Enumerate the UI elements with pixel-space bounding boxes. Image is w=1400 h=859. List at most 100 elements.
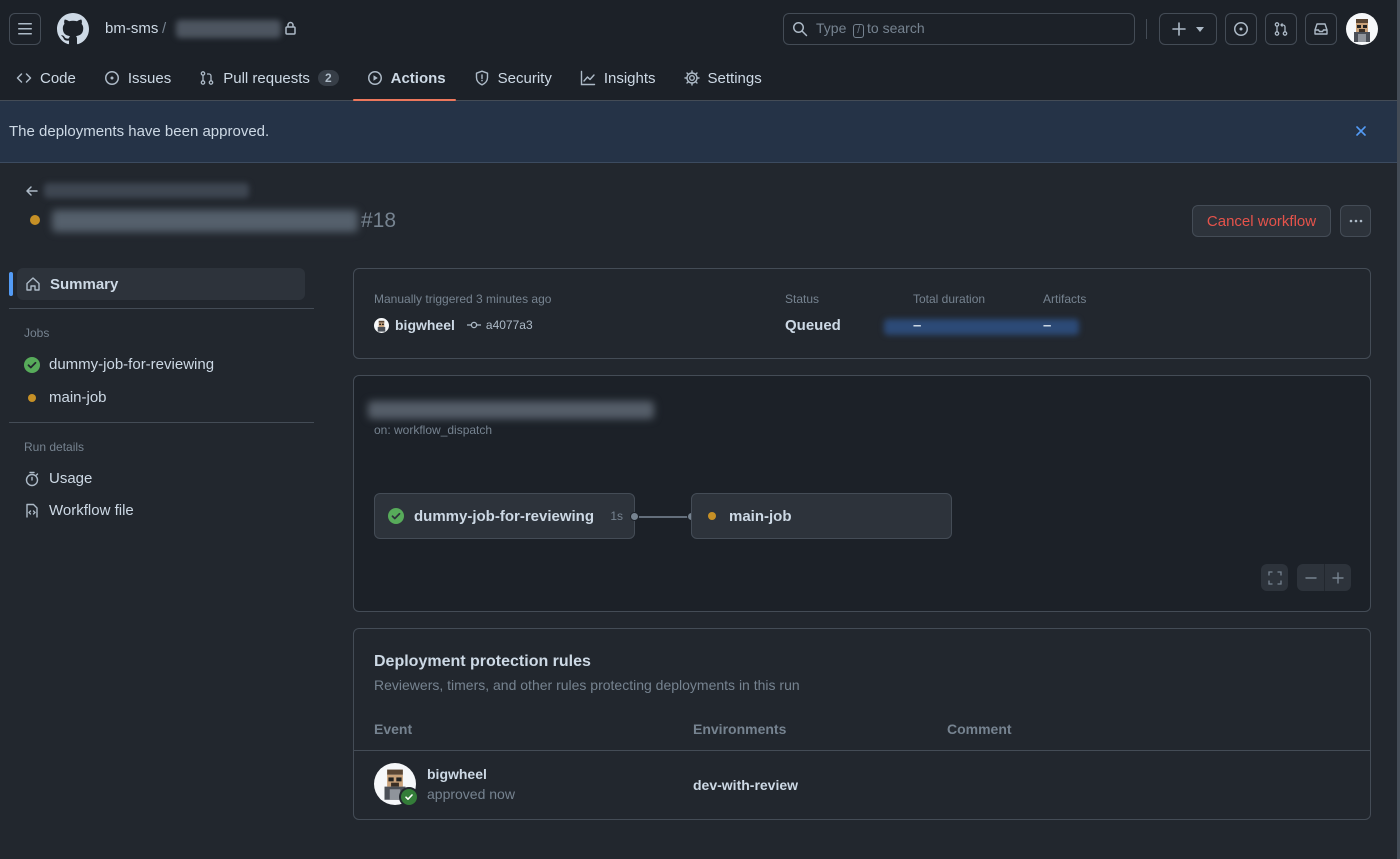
deployment-subtitle: Reviewers, timers, and other rules prote… xyxy=(374,677,800,693)
tab-issues[interactable]: Issues xyxy=(88,60,183,96)
reviewer-name[interactable]: bigwheel xyxy=(427,766,487,782)
job-node-dummy[interactable]: dummy-job-for-reviewing 1s xyxy=(374,493,635,539)
sidebar-item-job[interactable]: dummy-job-for-reviewing xyxy=(24,356,214,373)
workflow-breadcrumb-redacted[interactable] xyxy=(44,183,249,198)
plus-icon xyxy=(1172,22,1186,36)
column-header-comment: Comment xyxy=(947,721,1012,737)
fullscreen-button[interactable] xyxy=(1261,564,1288,591)
actor-name[interactable]: bigwheel xyxy=(395,317,455,333)
job-connector xyxy=(639,516,692,518)
tab-insights-label: Insights xyxy=(603,69,656,87)
git-commit-icon xyxy=(466,321,481,329)
avatar[interactable] xyxy=(374,317,389,333)
queued-dot-icon xyxy=(708,512,716,520)
issues-header-button[interactable] xyxy=(1225,13,1257,45)
sidebar-divider xyxy=(9,422,314,423)
home-icon xyxy=(26,277,40,291)
run-summary-card: Manually triggered 3 minutes ago bigwhee… xyxy=(353,268,1371,359)
stopwatch-icon xyxy=(25,471,39,486)
jobs-heading: Jobs xyxy=(24,326,50,340)
run-number: #18 xyxy=(361,209,397,232)
create-new-button[interactable] xyxy=(1159,13,1217,45)
code-icon xyxy=(16,73,32,83)
column-header-environments: Environments xyxy=(693,721,787,737)
check-circle-fill-icon xyxy=(24,356,40,373)
tab-issues-label: Issues xyxy=(127,69,172,87)
issue-opened-icon xyxy=(1234,22,1248,36)
hamburger-icon xyxy=(18,23,32,35)
search-icon xyxy=(793,22,808,37)
artifacts-label: Artifacts xyxy=(1043,292,1087,306)
workflow-trigger: on: workflow_dispatch xyxy=(374,423,493,437)
tab-settings-label: Settings xyxy=(707,69,762,87)
table-divider xyxy=(354,750,1370,751)
more-options-button[interactable] xyxy=(1340,205,1371,237)
app-header: bm-sms / Type / to search Code Issues Pu… xyxy=(0,0,1397,101)
sidebar-job-label: dummy-job-for-reviewing xyxy=(49,356,215,373)
arrow-left-icon[interactable] xyxy=(24,183,40,199)
run-title-redacted xyxy=(52,210,358,232)
inbox-button[interactable] xyxy=(1305,13,1337,45)
tab-insights[interactable]: Insights xyxy=(564,60,668,96)
job-node-label: dummy-job-for-reviewing xyxy=(414,507,595,525)
search-placeholder: Type / to search xyxy=(816,20,925,38)
job-duration: 1s xyxy=(610,509,623,523)
repo-nav: Code Issues Pull requests 2 Actions Secu… xyxy=(0,60,774,101)
header-divider xyxy=(1146,19,1147,39)
status-label: Status xyxy=(785,292,820,306)
tab-pull-requests-label: Pull requests xyxy=(223,69,310,87)
flash-banner: The deployments have been approved. xyxy=(0,101,1397,163)
path-separator: / xyxy=(162,20,167,37)
tab-code[interactable]: Code xyxy=(0,60,88,96)
tab-actions[interactable]: Actions xyxy=(351,60,458,101)
shield-icon xyxy=(475,70,488,86)
connector-node xyxy=(630,512,639,521)
review-time: approved now xyxy=(427,786,515,802)
commit-link[interactable]: a4077a3 xyxy=(466,318,533,332)
column-header-event: Event xyxy=(374,721,413,737)
zoom-in-button[interactable] xyxy=(1325,571,1351,585)
tab-code-label: Code xyxy=(40,69,76,87)
tab-security-label: Security xyxy=(497,69,552,87)
git-pull-request-icon xyxy=(1274,22,1288,36)
menu-button[interactable] xyxy=(9,13,41,45)
approved-check-icon xyxy=(399,787,419,807)
search-input[interactable]: Type / to search xyxy=(783,13,1135,45)
plus-icon xyxy=(1332,571,1344,584)
lock-icon xyxy=(285,21,296,35)
github-logo-icon[interactable] xyxy=(57,13,89,45)
sidebar-item-usage[interactable]: Usage xyxy=(24,470,92,487)
close-icon[interactable] xyxy=(1353,123,1369,139)
trigger-text: Manually triggered 3 minutes ago xyxy=(374,292,552,306)
tab-security[interactable]: Security xyxy=(458,60,564,96)
tab-settings[interactable]: Settings xyxy=(668,60,774,96)
artifacts-value: – xyxy=(1043,317,1052,334)
queued-dot-icon xyxy=(28,393,36,402)
sidebar-summary-label: Summary xyxy=(50,275,119,293)
git-pull-request-icon xyxy=(200,71,214,85)
sidebar-item-summary[interactable]: Summary xyxy=(17,268,305,300)
tab-actions-label: Actions xyxy=(390,69,446,87)
user-avatar[interactable] xyxy=(1346,13,1378,45)
run-details-heading: Run details xyxy=(24,440,85,454)
repo-owner-link[interactable]: bm-sms xyxy=(105,20,158,37)
selected-indicator xyxy=(9,272,13,296)
triangle-down-icon xyxy=(1196,26,1204,32)
zoom-out-button[interactable] xyxy=(1297,571,1324,585)
cancel-workflow-button[interactable]: Cancel workflow xyxy=(1192,205,1331,237)
commit-sha: a4077a3 xyxy=(485,318,533,332)
job-node-main[interactable]: main-job xyxy=(691,493,952,539)
sidebar-usage-label: Usage xyxy=(49,470,93,487)
run-status-dot xyxy=(30,215,40,225)
sidebar-item-job[interactable]: main-job xyxy=(24,389,107,406)
pull-requests-header-button[interactable] xyxy=(1265,13,1297,45)
sidebar-workflow-file-label: Workflow file xyxy=(49,502,134,519)
tab-pull-requests[interactable]: Pull requests 2 xyxy=(183,60,350,96)
workflow-graph-card: on: workflow_dispatch dummy-job-for-revi… xyxy=(353,375,1371,612)
flash-message: The deployments have been approved. xyxy=(9,123,270,140)
repo-name-redacted[interactable] xyxy=(176,20,281,38)
sidebar-item-workflow-file[interactable]: Workflow file xyxy=(24,502,134,519)
gear-icon xyxy=(683,70,700,86)
inbox-icon xyxy=(1314,23,1328,35)
environment-name: dev-with-review xyxy=(693,777,799,793)
